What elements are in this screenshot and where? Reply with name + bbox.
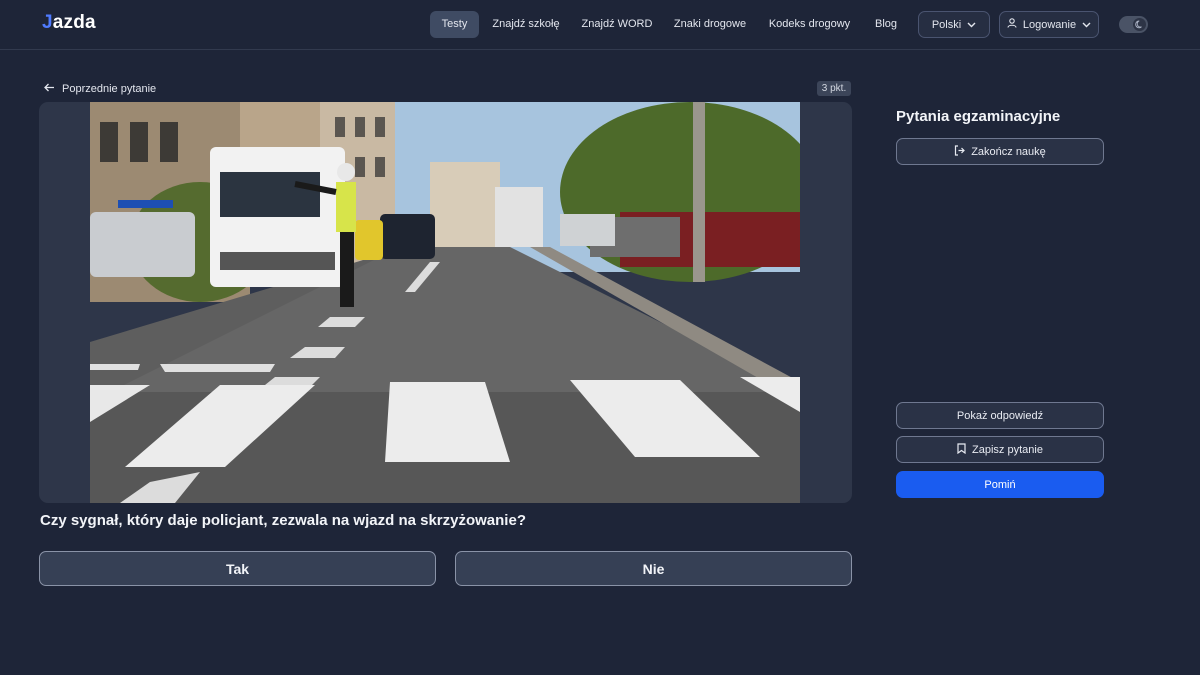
language-label: Polski bbox=[931, 18, 962, 31]
nav-traffic-code[interactable]: Kodeks drogowy bbox=[763, 11, 856, 38]
question-image bbox=[90, 102, 800, 503]
answer-yes-button[interactable]: Tak bbox=[39, 551, 436, 586]
previous-question-label: Poprzednie pytanie bbox=[62, 83, 157, 95]
nav-find-school[interactable]: Znajdź szkołę bbox=[487, 11, 565, 38]
previous-question-link[interactable]: Poprzednie pytanie bbox=[44, 81, 156, 97]
login-label: Logowanie bbox=[1022, 18, 1077, 31]
top-nav-bar: Jazda Testy Znajdź szkołę Znajdź WORD Zn… bbox=[0, 0, 1200, 50]
nav-blog[interactable]: Blog bbox=[868, 11, 904, 38]
nav-find-word[interactable]: Znajdź WORD bbox=[576, 11, 658, 38]
arrow-left-icon bbox=[44, 83, 55, 95]
skip-button[interactable]: Pomiń bbox=[896, 471, 1104, 498]
show-answer-button[interactable]: Pokaż odpowiedź bbox=[896, 402, 1104, 429]
question-media bbox=[39, 102, 852, 503]
exit-icon bbox=[954, 144, 966, 159]
theme-toggle[interactable] bbox=[1119, 16, 1148, 33]
show-answer-label: Pokaż odpowiedź bbox=[956, 409, 1044, 422]
logo[interactable]: Jazda bbox=[42, 12, 96, 34]
nav-tests[interactable]: Testy bbox=[430, 11, 479, 38]
answer-no-button[interactable]: Nie bbox=[455, 551, 852, 586]
chevron-down-icon bbox=[1082, 19, 1091, 31]
login-button[interactable]: Logowanie bbox=[999, 11, 1099, 38]
question-text: Czy sygnał, który daje policjant, zezwal… bbox=[40, 512, 526, 529]
save-question-button[interactable]: Zapisz pytanie bbox=[896, 436, 1104, 463]
bookmark-icon bbox=[957, 442, 966, 457]
user-icon bbox=[1007, 18, 1017, 31]
save-question-label: Zapisz pytanie bbox=[972, 443, 1043, 456]
language-select[interactable]: Polski bbox=[918, 11, 990, 38]
panel-title: Pytania egzaminacyjne bbox=[896, 108, 1061, 125]
points-badge: 3 pkt. bbox=[817, 81, 851, 96]
skip-label: Pomiń bbox=[984, 478, 1016, 491]
moon-icon bbox=[1133, 18, 1146, 31]
chevron-down-icon bbox=[967, 19, 976, 31]
finish-learning-label: Zakończ naukę bbox=[971, 145, 1046, 158]
nav-road-signs[interactable]: Znaki drogowe bbox=[668, 11, 752, 38]
finish-learning-button[interactable]: Zakończ naukę bbox=[896, 138, 1104, 165]
